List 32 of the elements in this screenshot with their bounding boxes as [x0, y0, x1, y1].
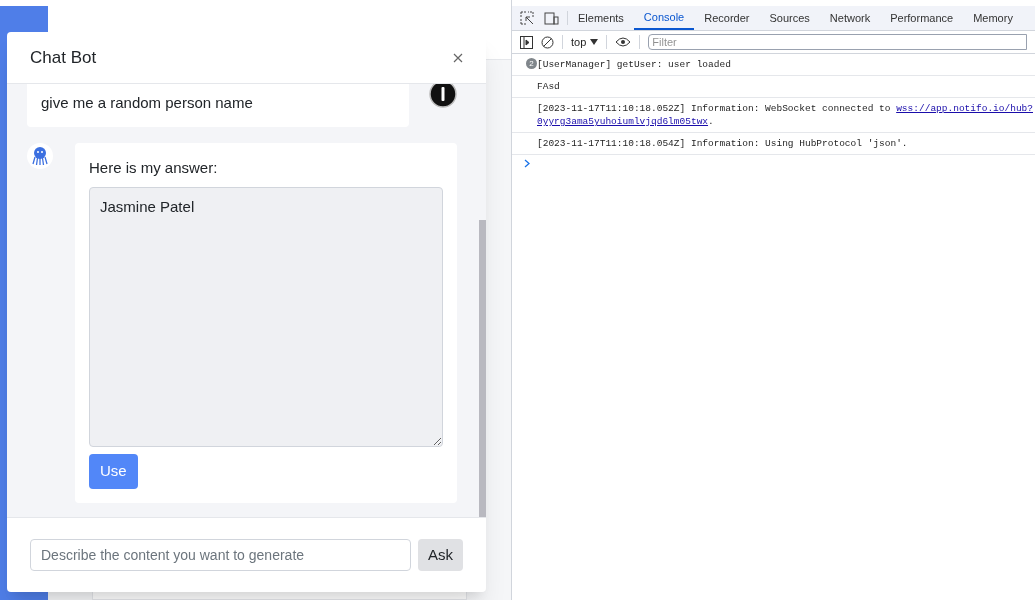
devtools-tab[interactable]: Performance — [880, 6, 964, 30]
devtools-tab[interactable]: Recorder — [694, 6, 760, 30]
eye-icon[interactable] — [615, 37, 632, 47]
close-icon[interactable] — [453, 52, 463, 63]
repeat-count-badge: 2 — [526, 58, 537, 69]
clear-icon[interactable] — [541, 35, 554, 49]
octopus-avatar-icon — [27, 142, 53, 169]
answer-intro: Here is my answer: — [89, 157, 219, 178]
console-link[interactable]: wss://app.notifo.io/hub? — [896, 103, 1033, 114]
devtools-tab[interactable]: Network — [819, 6, 881, 30]
devtools-tab[interactable]: Console — [633, 6, 695, 30]
devtools-tab[interactable]: Memory — [963, 6, 1023, 30]
context-dropdown[interactable]: top — [571, 33, 599, 51]
dialog-title: Chat Bot — [30, 46, 97, 69]
console-message: [2023-11-17T11:10:18.054Z] Information: Using HubProtocol 'json'. — [537, 137, 908, 150]
prompt-input[interactable]: Describe the content you want to generate — [30, 539, 411, 571]
console-message: FAsd — [537, 80, 560, 93]
prompt-chevron-icon — [524, 159, 530, 168]
console-message: [UserManager] getUser: user loaded — [537, 58, 731, 71]
scrollbar-thumb[interactable] — [479, 220, 486, 517]
filter-input[interactable]: Filter — [648, 34, 1027, 50]
devtools-tab[interactable]: Elements — [568, 6, 634, 30]
console-link[interactable]: 0yyrg3ama5yuhoiumlvjqd6lm05twx — [537, 116, 709, 127]
devtools-tab[interactable]: Sources — [759, 6, 820, 30]
answer-textarea[interactable]: Jasmine Patel — [89, 187, 443, 447]
ask-button[interactable]: Ask — [418, 539, 463, 571]
device-toggle-icon[interactable] — [544, 11, 559, 25]
caret-icon — [590, 39, 599, 45]
inspect-icon[interactable] — [520, 11, 534, 25]
user-message: give me a random person name — [27, 84, 409, 127]
sidebar-toggle-icon[interactable] — [520, 35, 533, 49]
console-message: [2023-11-17T11:10:18.052Z] Information: WebSocket connected to wss://app.notifo.io/hub? 0yyrg3ama5yuhoiumlvjqd6lm05twx. — [537, 102, 1033, 128]
